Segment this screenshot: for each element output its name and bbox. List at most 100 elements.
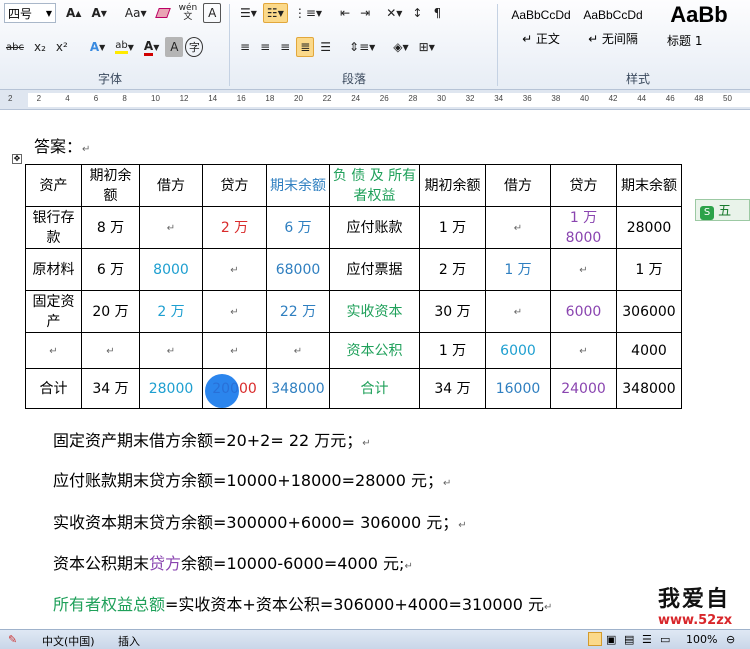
table-cell[interactable]: 原材料 — [25, 248, 82, 291]
table-cell[interactable]: 资产 — [25, 164, 82, 207]
table-cell[interactable]: 借方 — [485, 164, 551, 207]
table-cell[interactable]: ↵ — [485, 206, 551, 249]
style-no-spacing[interactable]: AaBbCcDd ↵ 无间隔 — [577, 2, 649, 58]
table-cell[interactable]: 34 万 — [81, 368, 140, 409]
superscript-button[interactable]: x² — [52, 37, 72, 57]
font-size-combo[interactable]: 四号 ▼ — [4, 3, 56, 23]
table-move-handle-icon[interactable]: ✥ — [12, 154, 22, 164]
table-cell[interactable]: 应付账款 — [329, 206, 420, 249]
table-cell[interactable]: ↵ — [550, 332, 617, 369]
increase-indent-button[interactable]: ⇥ — [356, 3, 374, 23]
table-cell[interactable]: 负 债 及 所有者权益 — [329, 164, 420, 207]
table-cell[interactable]: 20 万 — [81, 290, 140, 333]
multilevel-list-button[interactable]: ⋮≡ ▼ — [290, 3, 326, 23]
table-cell[interactable]: 固定资产 — [25, 290, 82, 333]
table-cell[interactable]: 1 万 — [419, 332, 486, 369]
align-center-button[interactable]: ≡ — [256, 37, 274, 57]
table-cell[interactable]: 28000 — [616, 206, 682, 249]
numbering-button[interactable]: ☷ ▼ — [262, 3, 288, 23]
highlight-button[interactable]: ab ▼ — [111, 37, 138, 57]
borders-button[interactable]: ⊞ ▼ — [415, 37, 439, 57]
web-layout-view-icon[interactable]: ▤ — [624, 633, 634, 646]
table-cell[interactable]: 合计 — [25, 368, 82, 409]
outline-view-icon[interactable]: ☰ — [642, 633, 652, 646]
table-cell[interactable]: ↵ — [550, 248, 617, 291]
table-cell[interactable]: ↵ — [266, 332, 330, 369]
table-cell[interactable]: 68000 — [266, 248, 330, 291]
table-cell[interactable]: 34 万 — [419, 368, 486, 409]
table-cell[interactable]: ↵ — [25, 332, 82, 369]
align-left-button[interactable]: ≡ — [236, 37, 254, 57]
zoom-out-icon[interactable]: ⊖ — [726, 633, 735, 646]
table-cell[interactable]: 6000 — [485, 332, 551, 369]
table-cell[interactable]: 资本公积 — [329, 332, 420, 369]
table-cell[interactable]: 24000 — [550, 368, 617, 409]
spellcheck-icon[interactable]: ✎ — [8, 633, 17, 646]
table-cell[interactable]: 306000 — [616, 290, 682, 333]
table-cell[interactable]: 期末余额 — [266, 164, 330, 207]
align-right-button[interactable]: ≡ — [276, 37, 294, 57]
subscript-button[interactable]: x₂ — [30, 37, 50, 57]
clear-format-button[interactable] — [153, 3, 173, 23]
table-cell[interactable]: 6 万 — [266, 206, 330, 249]
table-cell[interactable]: 贷方 — [202, 164, 267, 207]
text-effect-button[interactable]: A ▼ — [86, 37, 109, 57]
table-cell[interactable]: ↵ — [202, 248, 267, 291]
strikethrough-button[interactable]: abc — [2, 37, 28, 57]
table-cell[interactable]: 28000 — [139, 368, 203, 409]
chinese-layout-button[interactable]: ✕ ▼ — [382, 3, 406, 23]
table-cell[interactable]: 借方 — [139, 164, 203, 207]
table-cell[interactable]: 30 万 — [419, 290, 486, 333]
show-marks-button[interactable]: ¶ — [428, 3, 446, 23]
table-cell[interactable]: ↵ — [81, 332, 140, 369]
table-cell[interactable]: 4000 — [616, 332, 682, 369]
decrease-indent-button[interactable]: ⇤ — [336, 3, 354, 23]
table-cell[interactable]: 2 万 — [202, 206, 267, 249]
table-cell[interactable]: ↵ — [202, 332, 267, 369]
table-cell[interactable]: 1 万 8000 — [550, 206, 617, 249]
font-color-button[interactable]: A ▼ — [140, 37, 163, 57]
document-page[interactable]: 答案：↵ ✥ 资产 期初余额 借方 贷方 期末余额负 债 及 所有者权益 期初余额 借方 贷方… — [0, 111, 750, 629]
table-cell[interactable]: 348000 — [266, 368, 330, 409]
side-ime-tag[interactable]: S 五 — [695, 199, 750, 221]
table-cell[interactable]: 8000 — [139, 248, 203, 291]
draft-view-icon[interactable]: ▭ — [660, 633, 670, 646]
justify-button[interactable]: ≣ — [296, 37, 315, 57]
language-indicator[interactable]: 中文(中国) — [42, 633, 95, 649]
insert-mode-indicator[interactable]: 插入 — [118, 633, 140, 649]
zoom-level[interactable]: 100% — [686, 633, 717, 646]
table-cell[interactable]: 期初余额 — [81, 164, 140, 207]
change-case-button[interactable]: Aa ▼ — [121, 3, 151, 23]
table-cell[interactable]: 6 万 — [81, 248, 140, 291]
table-cell[interactable]: 银行存款 — [25, 206, 82, 249]
table-cell[interactable]: ↵ — [139, 332, 203, 369]
table-cell[interactable]: ↵ — [202, 290, 267, 333]
grow-font-button[interactable]: A ▲ — [62, 3, 85, 23]
sort-button[interactable]: ↕ — [408, 3, 426, 23]
style-normal[interactable]: AaBbCcDd ↵ 正文 — [505, 2, 577, 58]
table-cell[interactable]: 1 万 — [616, 248, 682, 291]
line-spacing-button[interactable]: ⇕≡ ▼ — [345, 37, 379, 57]
table-cell[interactable]: ↵ — [485, 290, 551, 333]
enclose-char-button[interactable]: 字 — [185, 37, 204, 57]
table-cell[interactable]: 合计 — [329, 368, 420, 409]
table-cell[interactable]: 1 万 — [485, 248, 551, 291]
table-cell[interactable]: 22 万 — [266, 290, 330, 333]
char-shading-button[interactable]: A — [165, 37, 184, 57]
table-cell[interactable]: 1 万 — [419, 206, 486, 249]
shrink-font-button[interactable]: A ▼ — [87, 3, 110, 23]
table-cell[interactable]: 贷方 — [550, 164, 617, 207]
table-cell[interactable]: 期末余额 — [616, 164, 682, 207]
table-cell[interactable]: 2 万 — [139, 290, 203, 333]
table-cell[interactable]: 应付票据 — [329, 248, 420, 291]
distribute-button[interactable]: ☰ — [316, 37, 335, 57]
table-cell[interactable]: ↵ — [139, 206, 203, 249]
print-layout-view-icon[interactable] — [588, 632, 602, 646]
phonetic-guide-button[interactable]: wén 文 — [175, 3, 202, 23]
bullets-button[interactable]: ☰ ▼ — [236, 3, 261, 23]
full-screen-view-icon[interactable]: ▣ — [606, 633, 616, 646]
table-cell[interactable]: 348000 — [616, 368, 682, 409]
char-border-button[interactable]: A — [203, 3, 222, 23]
shading-button[interactable]: ◈ ▼ — [389, 37, 412, 57]
horizontal-ruler[interactable]: 2 2 4 6 8 10 12 14 16 18 20 22 24 26 28 30 32 34 36 38 40 42 4… — [0, 90, 750, 110]
